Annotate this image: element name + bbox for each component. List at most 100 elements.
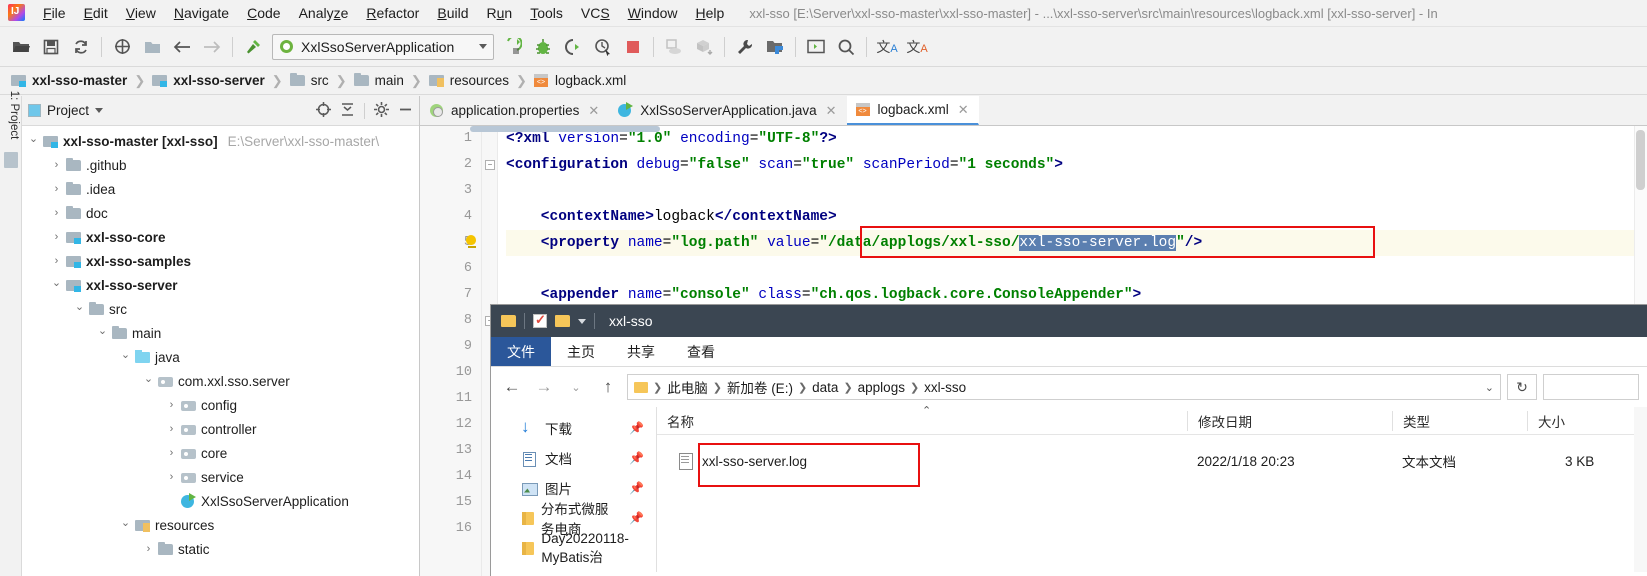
pin-icon[interactable]: 📌	[629, 451, 644, 465]
translate-alt-icon[interactable]: 文A	[902, 33, 932, 61]
tree-node[interactable]: java	[22, 345, 419, 369]
folder-icon[interactable]	[555, 315, 570, 327]
close-icon[interactable]: ✕	[826, 103, 837, 119]
tree-node[interactable]: doc	[22, 201, 419, 225]
chevron-down-icon[interactable]	[143, 375, 154, 388]
address-part-xxl-sso[interactable]: xxl-sso	[924, 380, 966, 395]
menu-help[interactable]: Help	[687, 2, 734, 24]
chevron-down-icon[interactable]	[74, 303, 85, 316]
menu-run[interactable]: Run	[478, 2, 522, 24]
tree-node[interactable]: config	[22, 393, 419, 417]
translate-icon[interactable]: 文A	[872, 33, 902, 61]
column-header-name[interactable]: ⌃ 名称	[657, 405, 1187, 431]
breadcrumb-item-logback-xml[interactable]: logback.xml	[531, 72, 629, 89]
open-project-icon[interactable]	[6, 33, 36, 61]
ribbon-tab-file[interactable]: 文件	[491, 337, 551, 366]
search-everywhere-icon[interactable]	[831, 33, 861, 61]
explorer-navigation-pane[interactable]: 下载 📌 文档 📌 图片 📌 分布式微服务电商 📌 Day20220118-My	[491, 407, 656, 572]
code-line[interactable]: <contextName>logback</contextName>	[506, 204, 1647, 230]
nav-item-day20220118[interactable]: Day20220118-MyBatis治	[491, 531, 656, 565]
address-part-data[interactable]: data	[812, 380, 838, 395]
breadcrumb-item-main[interactable]: main	[351, 72, 407, 89]
column-header-size[interactable]: 大小	[1527, 410, 1647, 431]
project-tree[interactable]: xxl-sso-master [xxl-sso] E:\Server\xxl-ss…	[22, 126, 419, 576]
back-arrow-icon[interactable]: ←	[499, 374, 525, 400]
project-structure-icon[interactable]	[760, 33, 790, 61]
back-arrow-icon[interactable]	[167, 33, 197, 61]
run-with-coverage-icon[interactable]	[558, 33, 588, 61]
breadcrumb-item-src[interactable]: src	[287, 72, 332, 89]
ribbon-tab-view[interactable]: 查看	[671, 337, 731, 366]
menu-window[interactable]: Window	[619, 2, 687, 24]
target-icon[interactable]	[107, 33, 137, 61]
pin-icon[interactable]: 📌	[629, 481, 644, 495]
chevron-down-icon[interactable]	[95, 108, 104, 113]
chevron-right-icon[interactable]	[166, 447, 177, 459]
chevron-right-icon[interactable]	[51, 207, 62, 219]
build-hammer-icon[interactable]	[238, 33, 268, 61]
stop-icon[interactable]	[618, 33, 648, 61]
collapse-all-icon[interactable]	[340, 102, 355, 120]
up-arrow-icon[interactable]: ↑	[595, 374, 621, 400]
code-line[interactable]: <?xml version="1.0" encoding="UTF-8"?>	[506, 126, 1647, 152]
tree-node[interactable]: com.xxl.sso.server	[22, 369, 419, 393]
chevron-down-icon[interactable]	[51, 279, 62, 292]
chevron-down-icon[interactable]	[97, 327, 108, 340]
chevron-right-icon[interactable]	[51, 183, 62, 195]
chevron-down-icon[interactable]	[120, 351, 131, 364]
chevron-right-icon[interactable]	[51, 159, 62, 171]
nav-item-distributed-microservice[interactable]: 分布式微服务电商 📌	[491, 502, 656, 537]
sync-icon[interactable]	[66, 33, 96, 61]
nav-item-downloads[interactable]: 下载 📌	[491, 413, 656, 443]
menu-code[interactable]: Code	[238, 2, 289, 24]
folder-icon[interactable]	[137, 33, 167, 61]
pin-icon[interactable]: 📌	[629, 511, 644, 525]
settings-wrench-icon[interactable]	[730, 33, 760, 61]
menu-view[interactable]: View	[117, 2, 165, 24]
intention-bulb-icon[interactable]	[466, 235, 478, 251]
ribbon-tab-share[interactable]: 共享	[611, 337, 671, 366]
chevron-down-icon[interactable]	[120, 519, 131, 532]
chevron-down-icon[interactable]: ⌄	[1485, 381, 1494, 394]
column-header-type[interactable]: 类型	[1392, 410, 1527, 431]
menu-vcs[interactable]: VCS	[572, 2, 619, 24]
nav-item-documents[interactable]: 文档 📌	[491, 443, 656, 473]
gear-icon[interactable]	[374, 101, 389, 120]
explorer-search-input[interactable]	[1543, 374, 1639, 400]
pin-icon[interactable]: 📌	[629, 421, 644, 435]
table-row[interactable]: xxl-sso-server.log 2022/1/18 20:23 文本文档 …	[657, 443, 1647, 479]
fold-marker[interactable]: −	[485, 160, 495, 170]
close-icon[interactable]: ✕	[958, 102, 969, 118]
menu-file[interactable]: File	[34, 2, 75, 24]
chevron-right-icon[interactable]	[51, 231, 62, 243]
address-part-applogs[interactable]: applogs	[858, 380, 905, 395]
address-path-box[interactable]: ❯ 此电脑 ❯ 新加卷 (E:) ❯ data ❯ applogs ❯ xxl-…	[627, 374, 1501, 400]
recent-locations-icon[interactable]: ⌄	[563, 374, 589, 400]
chevron-right-icon[interactable]	[166, 471, 177, 483]
address-part-thispc[interactable]: 此电脑	[667, 377, 708, 397]
debug-icon[interactable]	[528, 33, 558, 61]
tree-node[interactable]: resources	[22, 513, 419, 537]
structure-icon[interactable]	[4, 152, 18, 168]
close-icon[interactable]: ✕	[588, 103, 599, 119]
terminal-icon[interactable]	[801, 33, 831, 61]
ribbon-tab-home[interactable]: 主页	[551, 337, 611, 366]
chevron-right-icon[interactable]	[166, 423, 177, 435]
chevron-right-icon[interactable]	[166, 399, 177, 411]
horizontal-scroll-thumb[interactable]	[470, 126, 660, 132]
code-line[interactable]: <property name="log.path" value="/data/a…	[466, 230, 1647, 256]
run-icon[interactable]	[498, 33, 528, 61]
menu-bar[interactable]: File Edit View Navigate Code Analyze Ref…	[34, 2, 733, 24]
profile-icon[interactable]	[588, 33, 618, 61]
checkbox-icon[interactable]	[533, 312, 547, 328]
tab-logback-xml[interactable]: logback.xml ✕	[846, 96, 979, 125]
chevron-down-icon[interactable]	[479, 44, 487, 49]
sidebar-tab-project[interactable]: 1: Project	[3, 79, 25, 151]
hide-panel-icon[interactable]	[398, 102, 413, 120]
tree-node[interactable]: static	[22, 537, 419, 561]
tree-node[interactable]: xxl-sso-server	[22, 273, 419, 297]
breadcrumb-item-xxl-sso-server[interactable]: xxl-sso-server	[149, 72, 268, 89]
chevron-down-icon[interactable]	[578, 318, 586, 324]
chevron-right-icon[interactable]	[143, 543, 154, 555]
column-header-modified[interactable]: 修改日期	[1187, 410, 1392, 431]
